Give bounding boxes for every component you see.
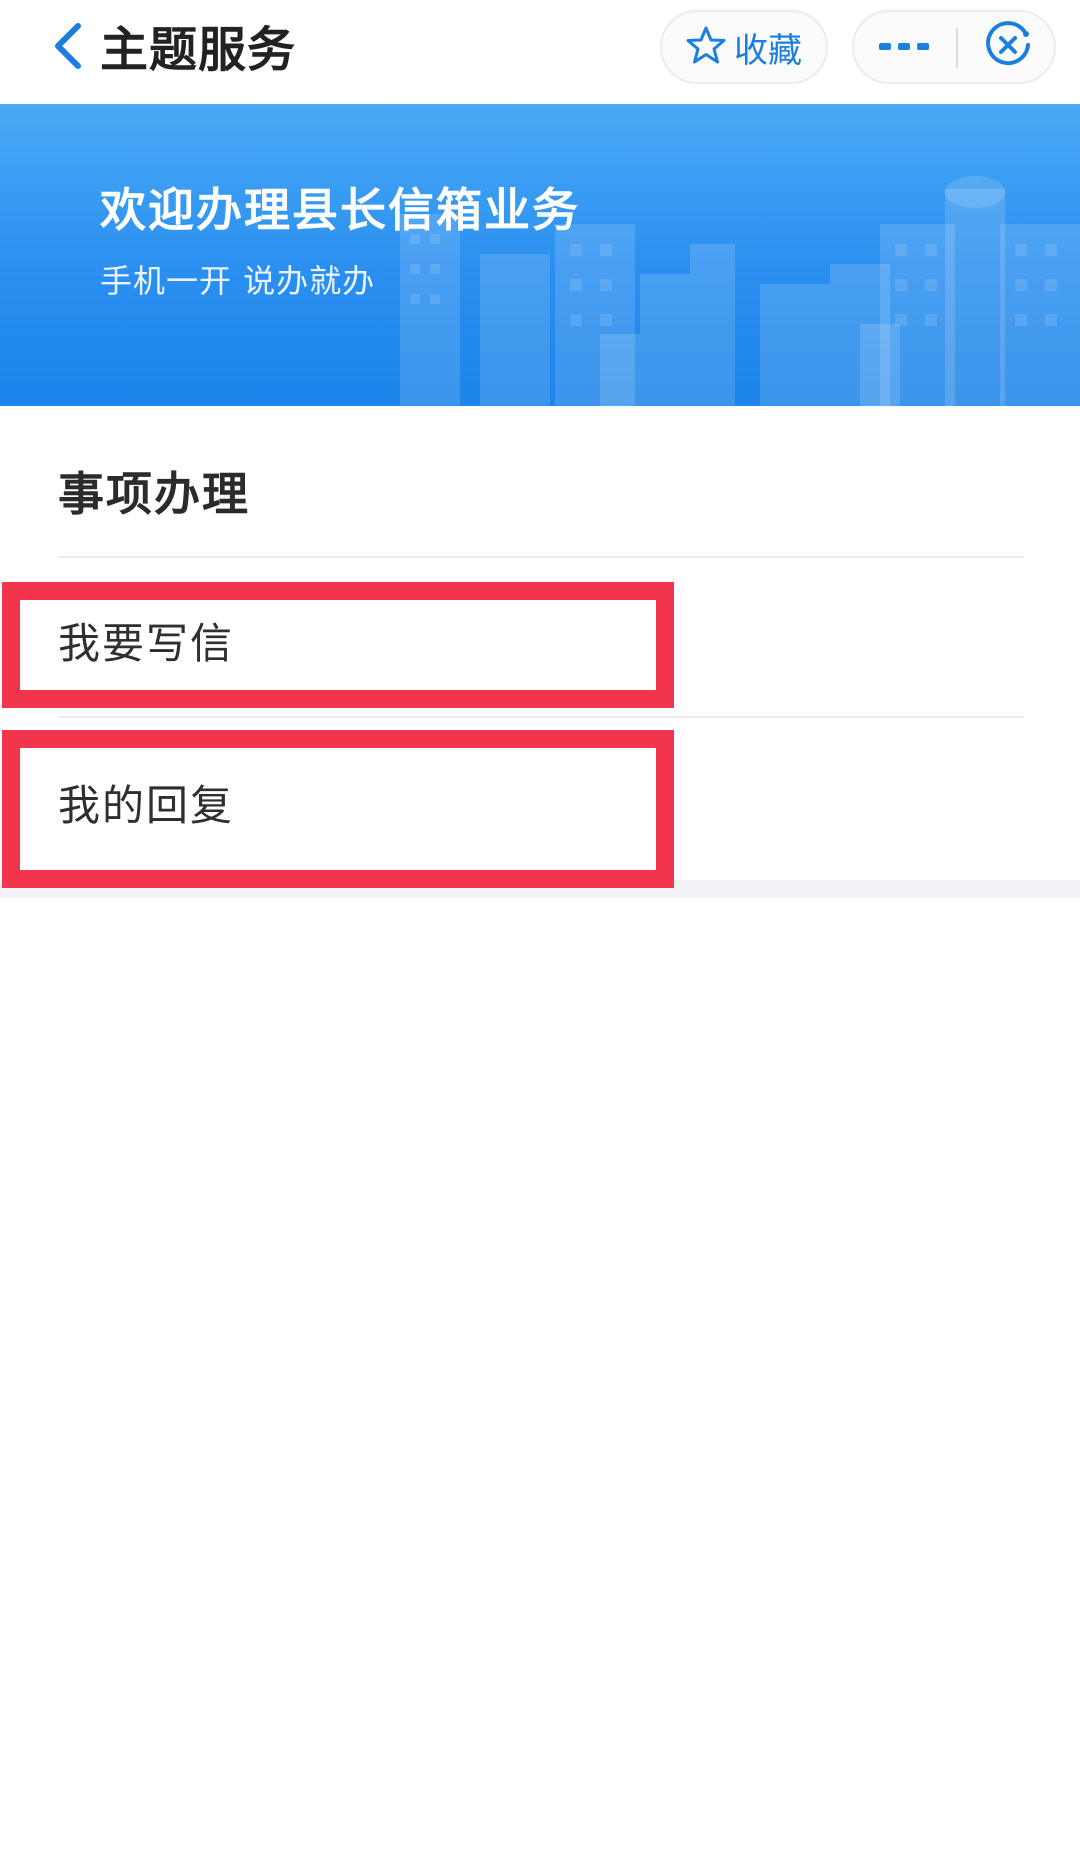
page-title: 主题服务	[100, 22, 297, 78]
capsule-divider	[956, 28, 958, 68]
banner-subtitle: 手机一开 说办就办	[100, 262, 376, 300]
section-title: 事项办理	[58, 467, 250, 521]
chevron-left-icon	[50, 20, 86, 76]
more-dots-icon	[877, 38, 931, 57]
welcome-banner: 欢迎办理县长信箱业务 手机一开 说办就办	[0, 104, 1080, 406]
close-circle-icon	[984, 21, 1032, 73]
banner-title: 欢迎办理县长信箱业务	[100, 183, 580, 237]
mini-program-capsule	[852, 10, 1056, 84]
highlight-box	[2, 730, 674, 888]
top-navigation-bar: 主题服务 收藏	[0, 0, 1080, 104]
city-skyline-illustration	[400, 176, 1080, 406]
highlight-box	[2, 582, 674, 708]
favorite-button[interactable]: 收藏	[660, 10, 828, 84]
more-button[interactable]	[854, 12, 954, 82]
close-button[interactable]	[960, 12, 1056, 82]
list-divider	[58, 716, 1024, 718]
favorite-label: 收藏	[734, 30, 802, 71]
section-divider	[58, 556, 1024, 558]
star-icon	[686, 25, 726, 69]
back-button[interactable]	[38, 16, 98, 80]
